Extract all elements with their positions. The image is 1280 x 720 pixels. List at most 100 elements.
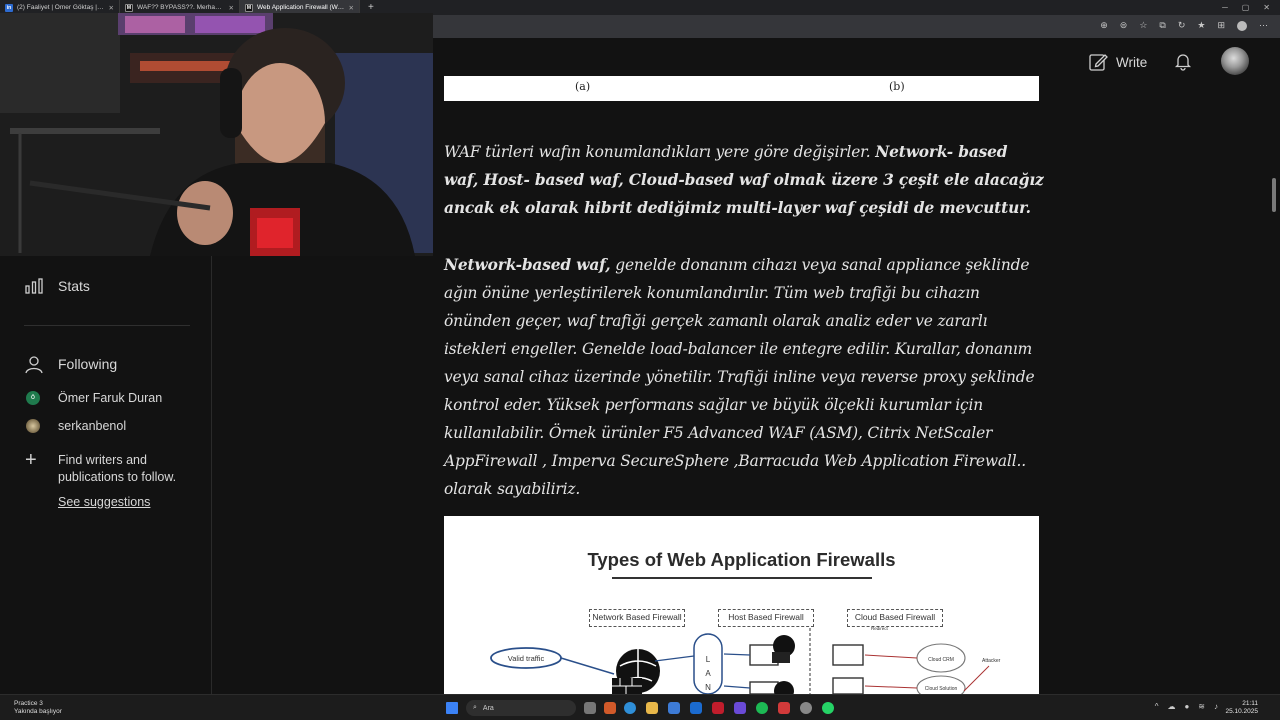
search-icon: ⌕: [473, 704, 477, 711]
paragraph-text: WAF türleri wafın konumlandıkları yere g…: [444, 143, 876, 161]
cloud-solution-label: Cloud Solution: [925, 686, 958, 692]
write-label: Write: [1116, 54, 1148, 70]
app-icon[interactable]: [778, 702, 790, 714]
volume-icon[interactable]: ♪: [1214, 702, 1218, 711]
maximize-icon[interactable]: ▢: [1242, 3, 1250, 12]
extensions-icon[interactable]: ⧉: [1159, 20, 1165, 31]
close-tab-icon[interactable]: ✕: [349, 4, 354, 12]
following-icon: [24, 354, 44, 374]
article-paragraph: Network-based waf, genelde donanım cihaz…: [444, 251, 1044, 503]
system-tray: ^ ☁ ● ≋ ♪: [1155, 702, 1218, 711]
cloud-crm-label: Cloud CRM: [928, 657, 954, 663]
firewall-icon: [772, 652, 790, 663]
taskbar-widget[interactable]: Practice 3 Yakında başlıyor: [14, 700, 62, 716]
edge-icon[interactable]: [624, 702, 636, 714]
figure-label: (a): [575, 80, 591, 93]
spotify-icon[interactable]: [756, 702, 768, 714]
attacker-label: Attacker: [982, 658, 1001, 664]
tab-label: WAF?? BYPASS??. Merhaba, ben: [137, 4, 225, 11]
valid-traffic-label: Valid traffic: [508, 654, 545, 663]
toolbar-icons: ⊕ ⊜ ☆ ⧉ ↻ ★ ⊞ ⋯: [1100, 20, 1268, 31]
app-icon[interactable]: [604, 702, 616, 714]
minimize-icon[interactable]: ─: [1222, 3, 1228, 12]
figure-label: (b): [889, 80, 905, 93]
app-icon[interactable]: [712, 702, 724, 714]
redirect-label: Redirect: [871, 626, 889, 631]
avatar: [26, 419, 40, 433]
clock-date: 25.10.2025: [1225, 708, 1258, 715]
write-icon: [1089, 54, 1108, 71]
windows-start-icon[interactable]: [446, 702, 458, 714]
menu-icon[interactable]: ⋯: [1259, 20, 1268, 31]
lan-letter: N: [705, 683, 711, 692]
tab-label: (2) Faaliyet | Ömer Göktaş | LinkedIn: [17, 4, 105, 11]
window-controls: ─ ▢ ✕: [1222, 3, 1280, 12]
close-tab-icon[interactable]: ✕: [109, 4, 114, 12]
waf-types-figure: Types of Web Application Firewalls Netwo…: [444, 516, 1039, 694]
webcam-overlay: [0, 13, 433, 256]
sidebar-divider: [24, 325, 190, 326]
taskbar-clock[interactable]: 21:11 25.10.2025: [1225, 700, 1258, 716]
article-paragraph: WAF türleri wafın konumlandıkları yere g…: [444, 138, 1044, 222]
plus-icon[interactable]: +: [25, 450, 37, 470]
medium-icon: M: [125, 3, 133, 12]
linkedin-icon: in: [5, 3, 13, 12]
page-scrollbar[interactable]: [1272, 178, 1276, 212]
taskbar-search[interactable]: ⌕ Ara: [466, 700, 576, 716]
stats-icon: [24, 276, 44, 296]
collections-icon[interactable]: ⊞: [1217, 20, 1225, 31]
whatsapp-icon[interactable]: [822, 702, 834, 714]
widget-subtitle: Yakında başlıyor: [14, 708, 62, 715]
widget-title: Practice 3: [14, 700, 43, 707]
chrome-icon[interactable]: [800, 702, 812, 714]
lan-letter: L: [706, 655, 711, 664]
avatar: ö: [26, 391, 40, 405]
webcam-video: [0, 13, 433, 256]
bell-icon[interactable]: [1173, 51, 1193, 71]
chevron-up-icon[interactable]: ^: [1155, 702, 1159, 711]
following-item[interactable]: ö Ömer Faruk Duran: [26, 391, 162, 405]
zoom-icon[interactable]: ⊕: [1100, 20, 1108, 31]
traffic-arrow: [560, 657, 615, 675]
cloud-monitor: [832, 677, 864, 694]
cloud-icon[interactable]: ☁: [1167, 702, 1175, 711]
store-icon[interactable]: [668, 702, 680, 714]
host-monitor: [749, 681, 779, 694]
write-button[interactable]: Write: [1088, 52, 1147, 72]
find-writers-text: Find writers and publications to follow.: [58, 453, 177, 484]
following-name: Ömer Faruk Duran: [58, 391, 163, 405]
paragraph-text: genelde donanım cihazı veya sanal applia…: [444, 256, 1035, 498]
mic-icon[interactable]: ●: [1184, 702, 1189, 711]
wifi-icon[interactable]: ≋: [1198, 702, 1205, 711]
outlook-icon[interactable]: [690, 702, 702, 714]
discord-icon[interactable]: [734, 702, 746, 714]
new-tab-button[interactable]: +: [360, 2, 382, 13]
bookmark-icon[interactable]: ☆: [1139, 20, 1147, 31]
profile-icon[interactable]: [1237, 20, 1247, 31]
sidebar-item-stats[interactable]: Stats: [24, 276, 90, 296]
sidebar-item-label: Stats: [58, 278, 90, 294]
lan-letter: A: [705, 669, 711, 678]
medium-icon: M: [245, 3, 253, 12]
sidebar-item-following[interactable]: Following: [24, 354, 117, 374]
cloud-monitor: [832, 644, 864, 666]
figure-image: (a) (b): [444, 76, 1039, 101]
sidebar-item-label: Following: [58, 356, 118, 372]
share-icon[interactable]: ⊜: [1120, 20, 1128, 31]
following-name: serkanbenol: [58, 419, 127, 433]
close-window-icon[interactable]: ✕: [1263, 3, 1270, 12]
waf-diagram: Valid traffic L A N Cloud CRM Cloud Solu…: [490, 626, 1001, 694]
close-tab-icon[interactable]: ✕: [229, 4, 234, 12]
task-view-icon[interactable]: [584, 702, 596, 714]
avatar[interactable]: [1221, 47, 1249, 75]
tab-label: Web Application Firewall (WAF): [257, 4, 345, 11]
see-suggestions-link[interactable]: See suggestions: [58, 495, 150, 509]
reload-icon[interactable]: ↻: [1178, 20, 1186, 31]
search-placeholder: Ara: [482, 704, 494, 712]
file-explorer-icon[interactable]: [646, 702, 658, 714]
following-item[interactable]: serkanbenol: [26, 419, 126, 433]
favorites-icon[interactable]: ★: [1197, 20, 1205, 31]
paragraph-bold: Network-based waf,: [444, 256, 611, 274]
clock-time: 21:11: [1242, 700, 1258, 707]
windows-taskbar: Practice 3 Yakında başlıyor ⌕ Ara ^ ☁ ● …: [0, 694, 1280, 720]
